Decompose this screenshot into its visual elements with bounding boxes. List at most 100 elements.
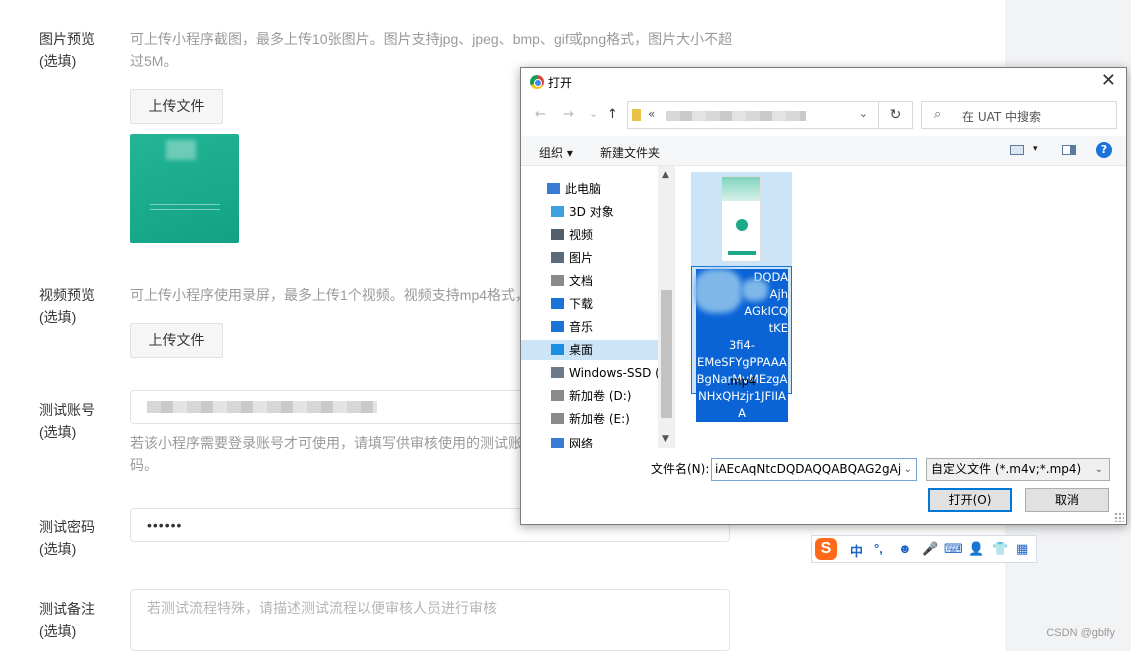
video-upload-button[interactable]: 上传文件 bbox=[130, 323, 223, 358]
navigation-pane: 此电脑 3D 对象视频图片文档下载音乐桌面 Windows-SSD ( 新加卷 (D:… bbox=[521, 166, 673, 448]
forward-arrow-icon[interactable]: → bbox=[563, 107, 574, 122]
nav-item[interactable]: 新加卷 (D:) bbox=[551, 386, 631, 406]
skin-icon[interactable]: 👕 bbox=[992, 541, 1008, 557]
picture-icon bbox=[551, 252, 564, 263]
filetype-select[interactable]: 自定义文件 (*.m4v;*.mp4) ⌄ bbox=[926, 458, 1110, 481]
nav-item[interactable]: 图片 bbox=[551, 248, 593, 268]
desktop-icon bbox=[551, 344, 564, 355]
user-icon[interactable]: 👤 bbox=[968, 541, 984, 557]
music-icon bbox=[551, 321, 564, 332]
nav-item[interactable]: 网络 bbox=[551, 434, 593, 448]
selected-file-item[interactable]: DQDA Ajh AGkICQ tKE 3fi4- EMeSFYgPPAAA BgNarMv… bbox=[691, 172, 792, 422]
file-extension: .mp4 bbox=[726, 374, 757, 388]
chrome-icon bbox=[530, 75, 544, 89]
toolbox-icon[interactable]: ▦ bbox=[1016, 541, 1028, 557]
chevron-down-icon[interactable]: ⌄ bbox=[859, 107, 868, 120]
navigation-bar: ← → ⌄ ↑ « ⌄ ↻ ⌕ 在 UAT 中搜索 bbox=[521, 101, 1126, 131]
filename-input[interactable]: iAEcAqNtcDQDAQQABQAG2gAj ⌄ bbox=[711, 458, 917, 481]
open-button[interactable]: 打开(O) bbox=[928, 488, 1012, 512]
password-value: •••••• bbox=[147, 517, 183, 533]
file-name-label: DQDA Ajh AGkICQ tKE 3fi4- EMeSFYgPPAAA BgNarMv… bbox=[691, 266, 792, 422]
masked-account bbox=[147, 401, 377, 413]
image-thumbnail[interactable] bbox=[130, 134, 239, 243]
preview-pane-icon[interactable] bbox=[1062, 145, 1076, 155]
address-prefix: « bbox=[648, 107, 656, 121]
image-upload-button[interactable]: 上传文件 bbox=[130, 89, 223, 124]
nav-item-label: Windows-SSD ( bbox=[569, 366, 660, 380]
recent-locations-icon[interactable]: ⌄ bbox=[589, 107, 598, 120]
network-icon bbox=[551, 438, 564, 448]
test-note-label: 测试备注 (选填) bbox=[39, 601, 95, 639]
nav-item[interactable]: 文档 bbox=[551, 271, 593, 291]
close-icon[interactable]: ✕ bbox=[1101, 71, 1116, 91]
film-icon bbox=[551, 229, 564, 240]
filename-label: 文件名(N): bbox=[651, 462, 710, 476]
test-account-hint: 若该小程序需要登录账号才可使用，请填写供审核使用的测试账号 码。 bbox=[130, 435, 536, 473]
view-options-icon[interactable] bbox=[1010, 145, 1024, 155]
file-name-line: EMeSFYgPPAAA bbox=[697, 355, 787, 369]
nav-item-label: 网络 bbox=[569, 437, 594, 448]
nav-item[interactable]: Windows-SSD ( bbox=[551, 363, 660, 383]
video-preview-label: 视频预览 (选填) bbox=[39, 287, 95, 325]
new-folder-button[interactable]: 新建文件夹 bbox=[600, 144, 660, 161]
ime-toolbar: S 中 °, ☻ 🎤 ⌨ 👤 👕 ▦ bbox=[811, 535, 1037, 563]
nav-item-label: 视频 bbox=[569, 228, 594, 242]
resize-grip-icon[interactable] bbox=[1114, 512, 1124, 522]
punctuation-icon[interactable]: °, bbox=[874, 541, 883, 556]
keyboard-icon[interactable]: ⌨ bbox=[944, 541, 963, 557]
cube-icon bbox=[551, 206, 564, 217]
nav-item-label: 桌面 bbox=[569, 343, 594, 357]
nav-item-label: 新加卷 (D:) bbox=[569, 389, 632, 403]
nav-item-label: 3D 对象 bbox=[569, 205, 614, 219]
nav-item[interactable]: 新加卷 (E:) bbox=[551, 409, 630, 429]
chevron-down-icon[interactable]: ⌄ bbox=[1095, 459, 1103, 480]
nav-item[interactable]: 下载 bbox=[551, 294, 593, 314]
test-account-label: 测试账号 (选填) bbox=[39, 402, 95, 440]
nav-item[interactable]: 3D 对象 bbox=[551, 202, 614, 222]
chevron-down-icon[interactable]: ⌄ bbox=[904, 459, 912, 480]
file-name-line: A bbox=[738, 406, 746, 420]
file-thumbnail bbox=[721, 176, 761, 262]
file-name-line: NHxQHzjr1JFIIA bbox=[698, 389, 786, 403]
microphone-icon[interactable]: 🎤 bbox=[922, 541, 938, 557]
watermark: CSDN @gblfy bbox=[1046, 627, 1115, 639]
file-name-line: tKE bbox=[768, 321, 788, 335]
nav-item-label: 音乐 bbox=[569, 320, 594, 334]
search-input[interactable]: ⌕ 在 UAT 中搜索 bbox=[921, 101, 1117, 129]
up-arrow-icon[interactable]: ↑ bbox=[607, 107, 618, 122]
download-icon bbox=[551, 298, 564, 309]
search-icon: ⌕ bbox=[934, 107, 942, 122]
nav-item-label: 文档 bbox=[569, 274, 594, 288]
back-arrow-icon[interactable]: ← bbox=[535, 107, 546, 122]
address-bar[interactable]: « ⌄ bbox=[627, 101, 879, 129]
test-note-textarea[interactable]: 若测试流程特殊，请描述测试流程以便审核人员进行审核 bbox=[130, 589, 730, 651]
masked-path bbox=[666, 111, 806, 121]
document-icon bbox=[551, 275, 564, 286]
refresh-icon[interactable]: ↻ bbox=[879, 101, 913, 129]
chevron-down-icon[interactable]: ▾ bbox=[1033, 144, 1038, 154]
sogou-logo-icon[interactable]: S bbox=[815, 538, 837, 560]
organize-menu[interactable]: 组织 ▾ bbox=[539, 144, 573, 161]
drive-icon bbox=[551, 390, 564, 401]
navpane-scrollbar[interactable]: ▲ ▼ bbox=[658, 166, 675, 448]
help-icon[interactable]: ? bbox=[1096, 142, 1112, 158]
dialog-toolbar: 组织 ▾ 新建文件夹 ▾ ? bbox=[521, 136, 1126, 166]
computer-icon bbox=[547, 183, 560, 194]
dialog-title: 打开 bbox=[548, 76, 573, 90]
nav-item-label: 此电脑 bbox=[565, 182, 602, 196]
nav-item[interactable]: 音乐 bbox=[551, 317, 593, 337]
scrollbar-thumb[interactable] bbox=[661, 290, 672, 418]
chinese-mode-icon[interactable]: 中 bbox=[850, 541, 863, 560]
emoji-icon[interactable]: ☻ bbox=[898, 541, 912, 556]
drive-icon bbox=[551, 413, 564, 424]
dialog-titlebar[interactable]: 打开 ✕ bbox=[521, 68, 1126, 96]
nav-item[interactable]: 桌面 bbox=[521, 340, 658, 360]
open-file-dialog: 打开 ✕ ← → ⌄ ↑ « ⌄ ↻ ⌕ 在 UAT 中搜索 组织 ▾ 新建文件… bbox=[520, 67, 1127, 525]
image-preview-hint: 可上传小程序截图，最多上传10张图片。图片支持jpg、jpeg、bmp、gif或… bbox=[130, 31, 733, 69]
nav-item-label: 新加卷 (E:) bbox=[569, 412, 630, 426]
cancel-button[interactable]: 取消 bbox=[1025, 488, 1109, 512]
nav-item[interactable]: 视频 bbox=[551, 225, 593, 245]
nav-item[interactable]: 此电脑 bbox=[547, 179, 601, 199]
file-name-line: 3fi4- bbox=[728, 338, 756, 352]
nav-item-label: 图片 bbox=[569, 251, 594, 265]
